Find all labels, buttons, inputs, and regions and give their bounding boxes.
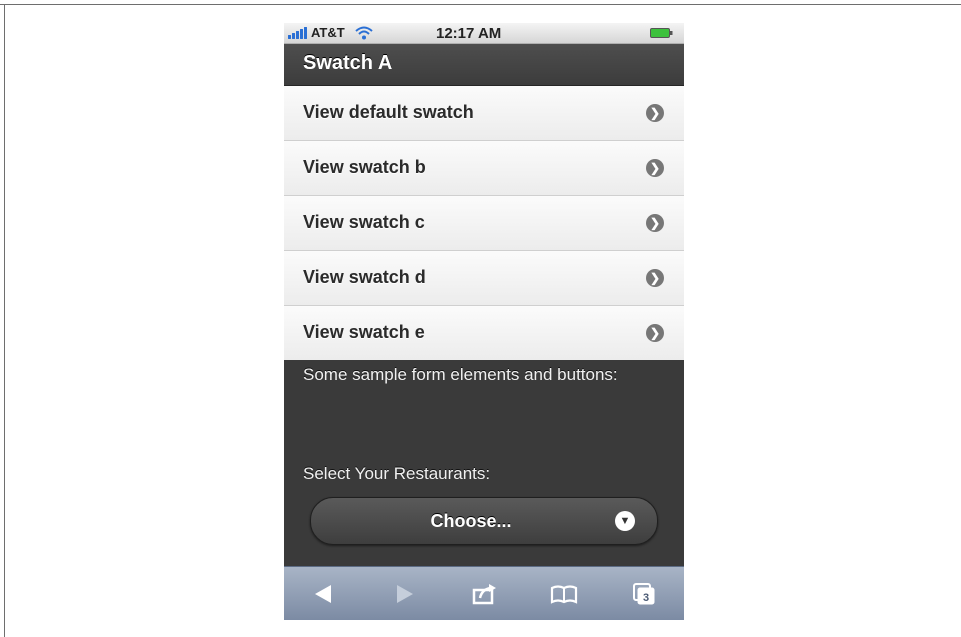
- arrow-right-icon: ❯: [646, 104, 664, 122]
- carrier-name: AT&T: [311, 25, 345, 40]
- list-item-default-swatch[interactable]: View default swatch ❯: [284, 86, 684, 141]
- tabs-icon: 3: [633, 583, 655, 605]
- list-item-swatch-c[interactable]: View swatch c ❯: [284, 196, 684, 251]
- chevron-down-icon: ▼: [615, 511, 635, 531]
- tabs-count: 3: [643, 592, 649, 604]
- wifi-icon: [355, 26, 373, 40]
- select-value: Choose...: [430, 511, 512, 531]
- back-button[interactable]: [284, 567, 364, 620]
- share-button[interactable]: [444, 567, 524, 620]
- arrow-right-icon: ❯: [646, 214, 664, 232]
- intro-text: Some sample form elements and buttons:: [303, 365, 618, 384]
- share-icon: [472, 584, 496, 605]
- page-header: Swatch A: [284, 44, 684, 86]
- forward-icon: [397, 585, 413, 603]
- bookmarks-icon: [550, 585, 578, 604]
- status-bar: AT&T 12:17 AM: [284, 23, 684, 44]
- tabs-button[interactable]: 3: [604, 567, 684, 620]
- signal-icon: [288, 27, 310, 39]
- phone-screen: AT&T 12:17 AM Swatch A View default swat…: [284, 23, 684, 620]
- restaurant-select[interactable]: Choose... ▼: [310, 497, 658, 545]
- list-item-label: View swatch e: [303, 322, 425, 342]
- form-content: Some sample form elements and buttons: S…: [284, 360, 684, 565]
- bookmarks-button[interactable]: [524, 567, 604, 620]
- status-time: 12:17 AM: [436, 25, 502, 42]
- list-item-label: View swatch c: [303, 212, 425, 232]
- list-item-label: View swatch b: [303, 157, 426, 177]
- arrow-right-icon: ❯: [646, 159, 664, 177]
- back-icon: [315, 585, 331, 603]
- arrow-right-icon: ❯: [646, 269, 664, 287]
- select-label: Select Your Restaurants:: [303, 464, 491, 483]
- arrow-right-icon: ❯: [646, 324, 664, 342]
- forward-button[interactable]: [364, 567, 444, 620]
- browser-toolbar: 3: [284, 566, 684, 620]
- list-item-swatch-e[interactable]: View swatch e ❯: [284, 306, 684, 361]
- list-item-label: View default swatch: [303, 102, 474, 122]
- list-item-label: View swatch d: [303, 267, 426, 287]
- list-item-swatch-d[interactable]: View swatch d ❯: [284, 251, 684, 306]
- swatch-list: View default swatch ❯ View swatch b ❯ Vi…: [284, 86, 684, 361]
- battery-icon: [650, 28, 673, 38]
- frame-top-border: [0, 4, 961, 5]
- frame-left-border: [4, 4, 5, 637]
- list-item-swatch-b[interactable]: View swatch b ❯: [284, 141, 684, 196]
- page-title: Swatch A: [303, 52, 393, 74]
